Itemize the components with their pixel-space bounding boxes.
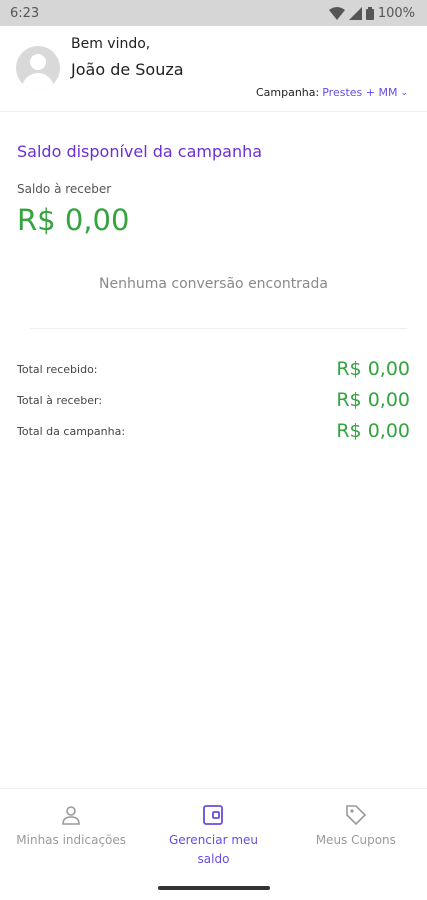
total-label: Total da campanha:	[17, 424, 126, 438]
nav-gerenciar-saldo[interactable]: Gerenciar meu saldo	[142, 789, 284, 872]
battery-icon	[365, 6, 374, 20]
total-row-received: Total recebido: R$ 0,00	[17, 358, 410, 380]
nav-minhas-indicacoes[interactable]: Minhas indicações	[0, 789, 142, 872]
signal-icon	[348, 6, 362, 20]
nav-meus-cupons[interactable]: Meus Cupons	[285, 789, 427, 872]
total-row-to-receive: Total à receber: R$ 0,00	[17, 389, 410, 411]
balance-value: R$ 0,00	[17, 203, 130, 237]
battery-level: 100%	[377, 5, 415, 21]
avatar[interactable]	[16, 46, 60, 90]
total-value: R$ 0,00	[336, 420, 410, 442]
nav-label: Minhas indicações	[16, 833, 127, 847]
total-value: R$ 0,00	[336, 358, 410, 380]
nav-label: Gerenciar meu saldo	[168, 833, 259, 866]
wallet-icon	[203, 805, 224, 825]
campaign-selector[interactable]: Campanha: Prestes + MM ⌄	[256, 86, 408, 99]
nav-label: Meus Cupons	[315, 833, 396, 847]
status-bar: 6:23 100%	[0, 0, 427, 26]
total-label: Total recebido:	[17, 362, 98, 376]
bottom-nav: Minhas indicações Gerenciar meu saldo Me…	[0, 788, 427, 872]
section-title: Saldo disponível da campanha	[17, 142, 263, 161]
divider	[30, 328, 407, 329]
status-time: 6:23	[10, 5, 40, 21]
home-indicator[interactable]	[158, 886, 270, 890]
wifi-icon	[328, 6, 345, 20]
person-icon	[62, 806, 80, 825]
balance-label: Saldo à receber	[17, 182, 112, 196]
campaign-value: Prestes + MM	[322, 86, 398, 99]
welcome-text: Bem vindo,	[71, 36, 151, 52]
total-row-campaign: Total da campanha: R$ 0,00	[17, 420, 410, 442]
empty-message: Nenhuma conversão encontrada	[99, 276, 328, 292]
chevron-down-icon: ⌄	[400, 87, 408, 98]
user-name: João de Souza	[71, 60, 184, 79]
tag-icon	[346, 805, 366, 826]
campaign-label: Campanha:	[255, 86, 320, 99]
total-label: Total à receber:	[17, 393, 103, 407]
total-value: R$ 0,00	[336, 389, 410, 411]
header: Bem vindo, João de Souza Campanha: Prest…	[0, 26, 427, 112]
